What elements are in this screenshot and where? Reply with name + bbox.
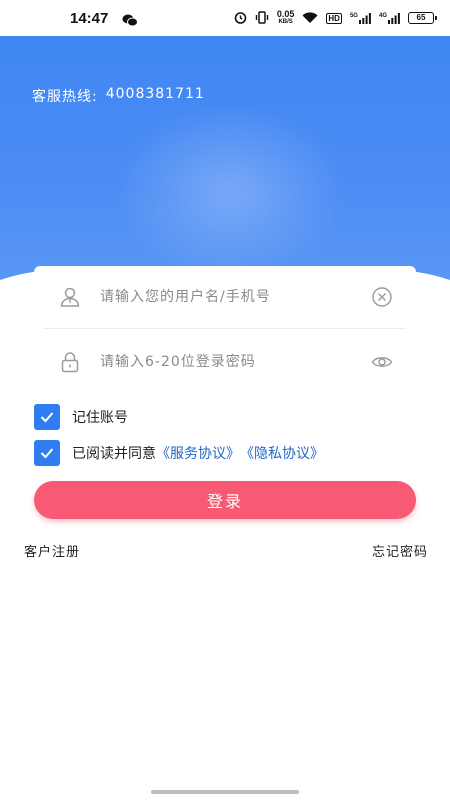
service-hotline[interactable]: 客服热线: 4008381711 <box>32 86 205 106</box>
remember-checkbox[interactable] <box>34 404 60 430</box>
remember-account-row[interactable]: 记住账号 <box>34 404 128 430</box>
forgot-password-link[interactable]: 忘记密码 <box>372 541 428 560</box>
agreement-row: 已阅读并同意 《服务协议》 《隐私协议》 <box>34 440 324 466</box>
signal-5g-icon: 5G <box>350 12 371 24</box>
status-time: 14:47 <box>70 9 109 27</box>
agree-text: 已阅读并同意 <box>72 446 156 462</box>
eye-icon[interactable] <box>370 350 394 374</box>
service-agreement-link[interactable]: 《服务协议》 <box>156 443 240 463</box>
wechat-icon <box>122 12 139 27</box>
agree-checkbox[interactable] <box>34 440 60 466</box>
login-page: 14:47 0.05 KB/S HD 5G 4G 65 客服热线: 400838… <box>0 0 450 800</box>
wifi-icon <box>302 9 318 28</box>
hotline-label: 客服热线: <box>32 89 98 105</box>
battery-icon: 65 <box>408 12 437 24</box>
username-input[interactable] <box>98 288 352 306</box>
remember-label: 记住账号 <box>72 410 128 426</box>
lock-icon <box>58 350 82 374</box>
signal-4g-icon: 4G <box>379 12 400 24</box>
username-field <box>44 266 406 329</box>
home-indicator[interactable] <box>151 790 299 794</box>
password-input[interactable] <box>98 353 352 371</box>
status-indicators: 0.05 KB/S HD 5G 4G 65 <box>234 9 437 28</box>
vibrate-icon <box>255 9 269 28</box>
hd-badge: HD <box>326 12 342 24</box>
user-icon <box>58 285 82 309</box>
alarm-icon <box>234 9 247 28</box>
login-button[interactable]: 登录 <box>34 481 416 519</box>
status-bar: 14:47 0.05 KB/S HD 5G 4G 65 <box>0 0 450 36</box>
check-icon <box>40 448 54 459</box>
password-field <box>44 331 406 393</box>
hotline-number[interactable]: 4008381711 <box>106 86 205 106</box>
check-icon <box>40 412 54 423</box>
network-speed: 0.05 KB/S <box>276 9 295 26</box>
register-link[interactable]: 客户注册 <box>24 541 80 560</box>
clear-icon[interactable] <box>370 285 394 309</box>
login-card <box>34 266 416 396</box>
privacy-agreement-link[interactable]: 《隐私协议》 <box>240 443 324 463</box>
